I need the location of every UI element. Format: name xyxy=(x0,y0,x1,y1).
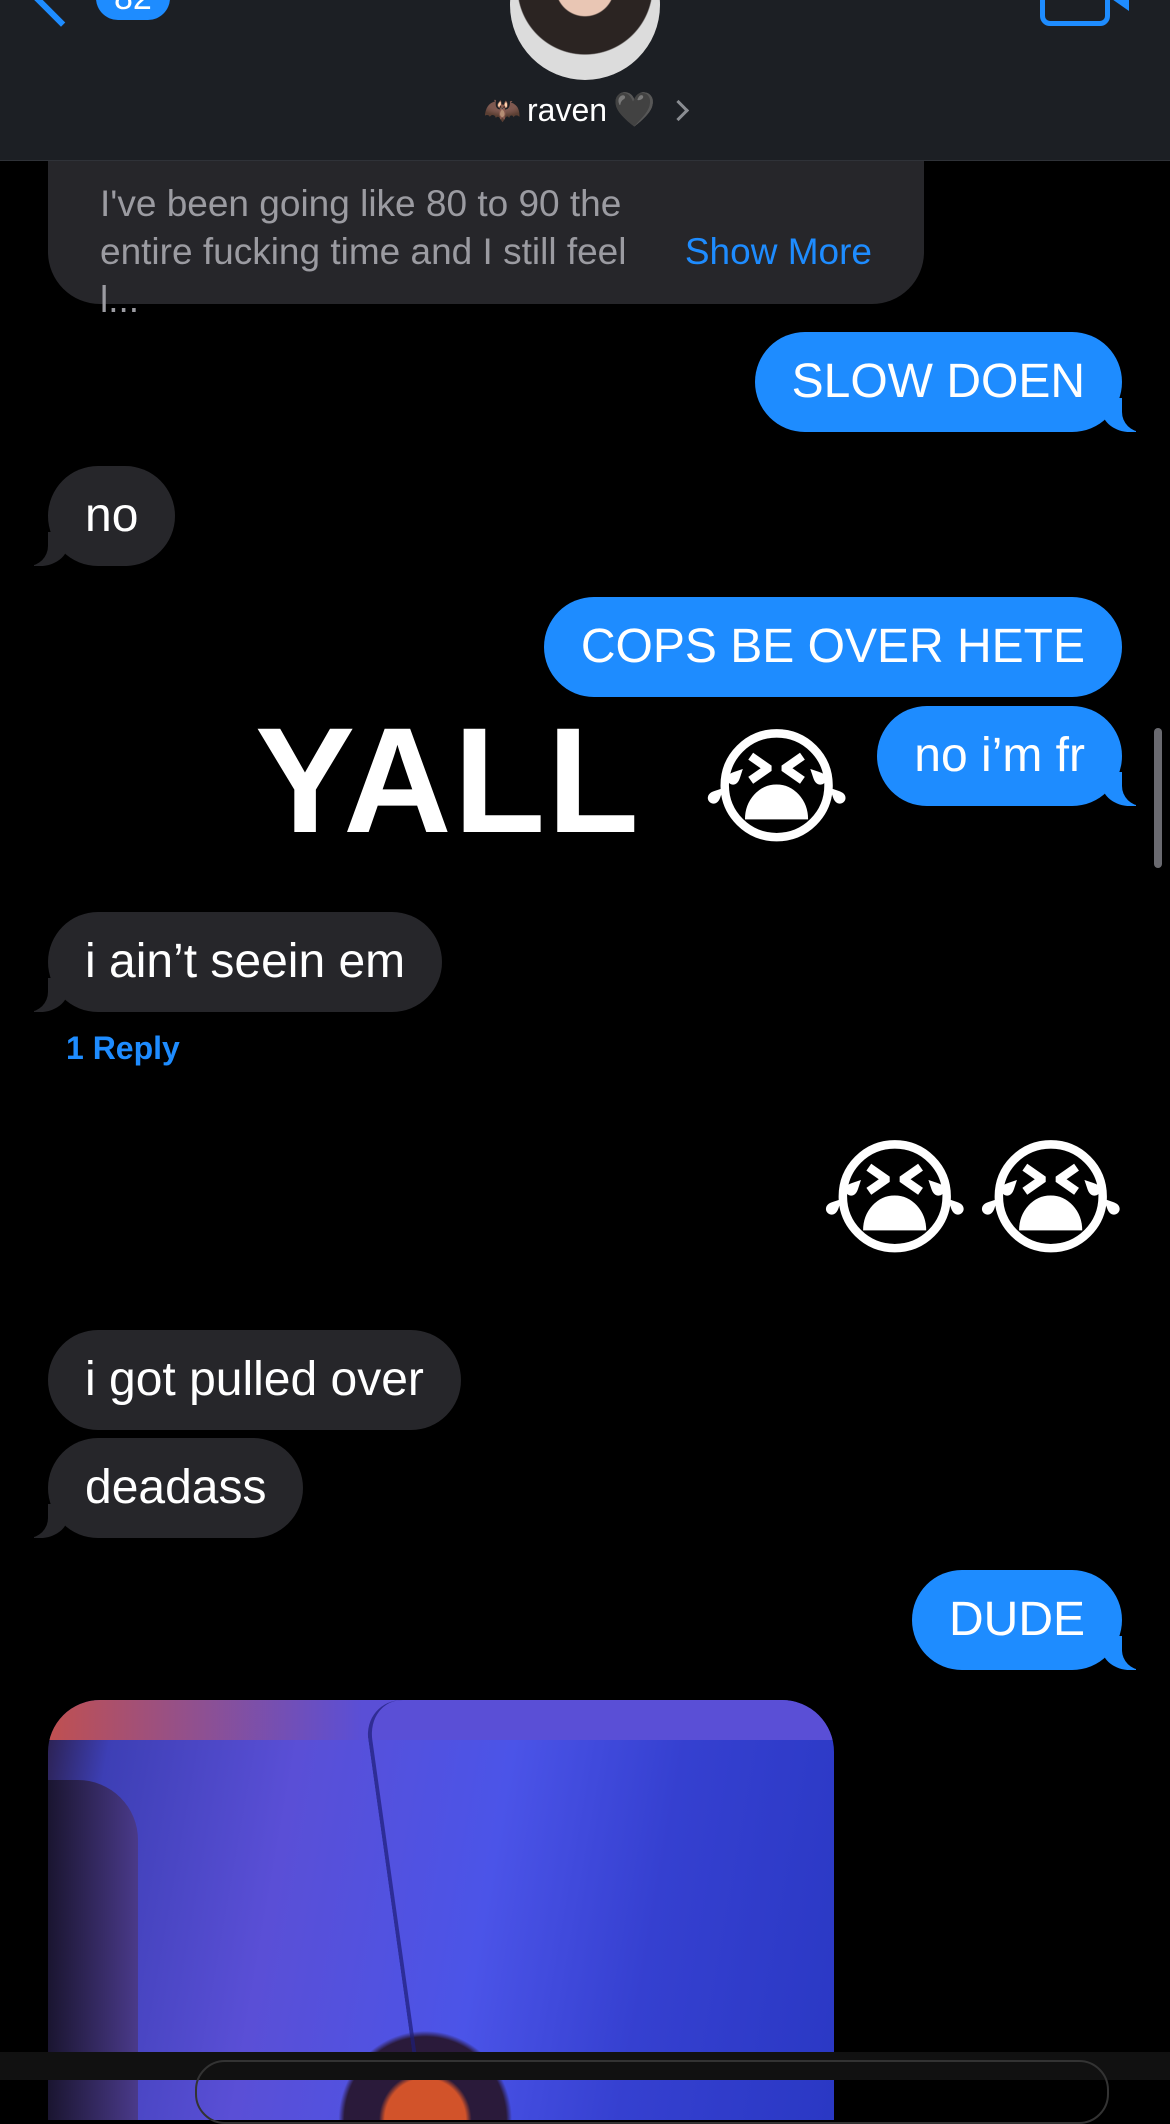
loudly-crying-emoji[interactable]: 😭 xyxy=(820,1130,970,1270)
contact-name-button[interactable]: 🦇 raven 🖤 xyxy=(0,90,1170,130)
chevron-right-icon xyxy=(668,99,690,121)
incoming-message[interactable]: no xyxy=(23,466,176,566)
loudly-crying-emoji: 😭 xyxy=(701,717,854,860)
conversation-header: 82 🦇 raven 🖤 xyxy=(0,0,1170,161)
message-text: i got pulled over xyxy=(85,1353,424,1406)
outgoing-message[interactable]: no i’m fr xyxy=(877,706,1146,806)
video-camera-icon[interactable] xyxy=(1040,0,1129,26)
message-text: I've been going like 80 to 90 the entire… xyxy=(100,183,627,320)
outgoing-message[interactable]: COPS BE OVER HETE xyxy=(543,597,1122,697)
photo-seam xyxy=(362,1700,478,2060)
black-heart-emoji: 🖤 xyxy=(612,90,656,130)
message-text: DUDE xyxy=(948,1593,1085,1646)
unread-count-badge: 82 xyxy=(96,0,170,20)
message-text: deadass xyxy=(85,1461,267,1514)
contact-name: raven xyxy=(526,91,608,128)
bat-emoji: 🦇 xyxy=(483,93,521,127)
show-more-link[interactable]: Show More xyxy=(685,228,872,276)
incoming-message[interactable]: i got pulled over xyxy=(48,1330,461,1430)
message-text: SLOW DOEN xyxy=(791,355,1085,408)
incoming-message[interactable]: i ain’t seein em xyxy=(23,912,443,1012)
scrollbar[interactable] xyxy=(1154,728,1162,868)
loudly-crying-emoji[interactable]: 😭 xyxy=(976,1130,1126,1270)
outgoing-message[interactable]: DUDE xyxy=(911,1570,1147,1670)
thread-reply-link[interactable]: 1 Reply xyxy=(66,1030,180,1067)
contact-avatar[interactable] xyxy=(510,0,660,80)
chevron-left-icon xyxy=(31,0,91,27)
message-input-bar xyxy=(0,2052,1170,2124)
photo-highlight xyxy=(48,1700,834,1740)
outgoing-message[interactable]: SLOW DOEN xyxy=(754,332,1147,432)
message-text: no i’m fr xyxy=(914,729,1085,782)
message-text: i ain’t seein em xyxy=(85,935,406,988)
message-text: no xyxy=(85,489,139,542)
message-input-field[interactable] xyxy=(195,2060,1109,2124)
big-text-effect: YALL 😭 xyxy=(255,700,853,869)
incoming-message[interactable]: deadass xyxy=(23,1438,304,1538)
message-text: COPS BE OVER HETE xyxy=(580,620,1085,673)
back-button[interactable]: 82 xyxy=(31,0,170,27)
big-text: YALL xyxy=(255,696,639,864)
